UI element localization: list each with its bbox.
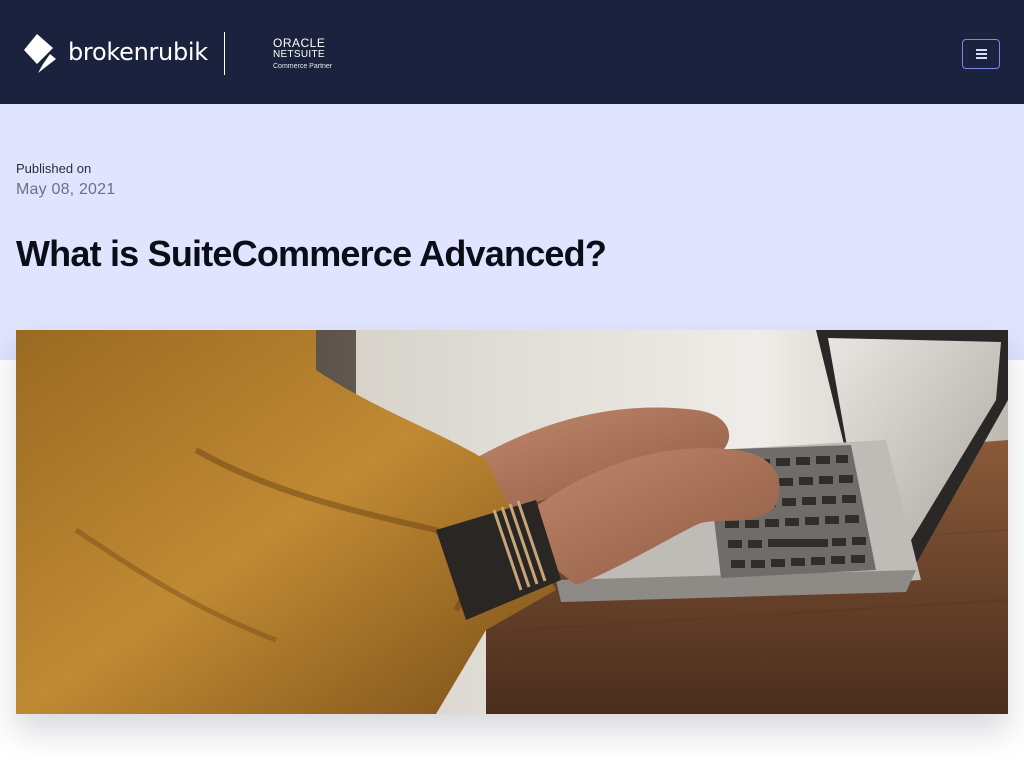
article-title: What is SuiteCommerce Advanced? [16,233,607,274]
hamburger-menu-icon-line [975,57,987,59]
header-divider [224,32,225,75]
brokenrubik-logo[interactable]: brokenrubik [24,34,208,74]
partner-line-commerce: Commerce Partner [273,63,333,70]
oracle-netsuite-partner-badge: ORACLE NETSUITE Commerce Partner [273,37,332,70]
brand-name: brokenrubik [68,38,208,66]
article-featured-image [16,330,1008,714]
menu-button[interactable] [962,39,1000,69]
hamburger-menu-icon-line [975,53,987,55]
partner-line-oracle: ORACLE [273,36,326,50]
published-label: Published on [16,161,92,176]
brokenrubik-logo-icon [24,34,56,73]
published-date: May 08, 2021 [16,181,116,198]
partner-line-netsuite: NETSUITE [273,49,325,60]
hamburger-menu-icon [975,49,987,51]
article-hero [0,104,1024,360]
laptop-typing-photo [16,330,1008,714]
site-header: brokenrubik ORACLE NETSUITE Commerce Par… [0,0,1024,104]
